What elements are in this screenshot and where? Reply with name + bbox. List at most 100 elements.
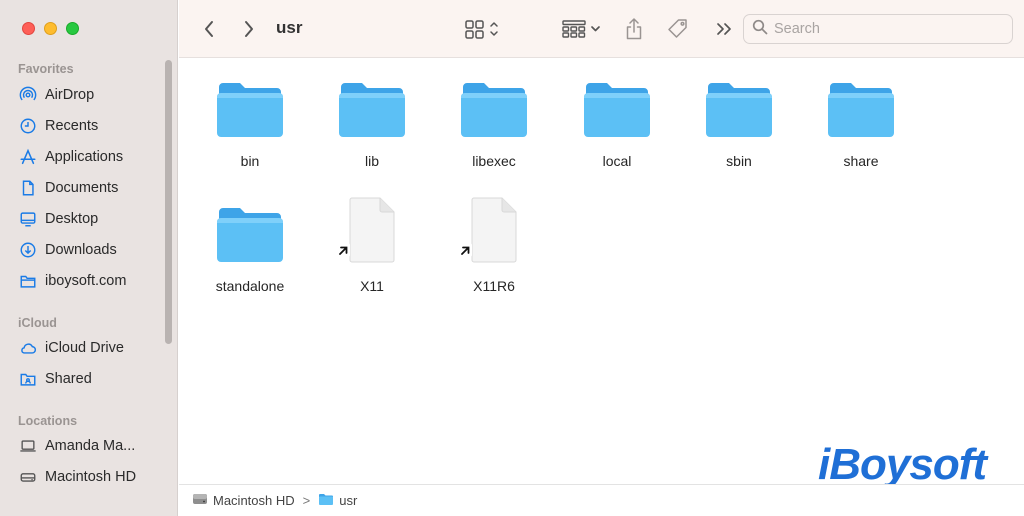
back-button[interactable]	[199, 17, 219, 41]
sidebar-item-recents[interactable]: Recents	[18, 113, 168, 139]
icon-grid-icon	[464, 18, 504, 40]
airdrop-icon	[18, 86, 37, 105]
search-icon	[752, 19, 768, 40]
path-crumb-usr[interactable]: usr	[318, 492, 357, 509]
path-crumb-label: Macintosh HD	[213, 493, 295, 508]
alias-item-x11r6[interactable]: X11R6	[439, 196, 549, 294]
file-browser-grid: bin lib libexec local sbin share standal…	[179, 59, 1024, 484]
folder-item-lib[interactable]: lib	[317, 71, 427, 169]
folder-icon	[318, 492, 334, 509]
alias-arrow-icon	[458, 243, 472, 262]
shared-folder-icon	[18, 370, 37, 389]
sidebar-item-label: Desktop	[45, 211, 99, 227]
sidebar-item-iboysoft[interactable]: iboysoft.com	[18, 268, 168, 294]
alias-file-icon	[336, 196, 408, 264]
path-crumb-label: usr	[339, 493, 358, 508]
desktop-icon	[18, 210, 37, 229]
disk-icon	[192, 492, 208, 509]
cloud-icon	[18, 339, 37, 358]
applications-icon	[18, 148, 37, 167]
sidebar-item-desktop[interactable]: Desktop	[18, 206, 168, 232]
close-window-button[interactable]	[22, 22, 35, 35]
toolbar: usr	[179, 0, 1024, 58]
item-label: lib	[364, 153, 379, 169]
item-label: X11	[360, 278, 384, 294]
sidebar-item-label: iCloud Drive	[45, 340, 124, 356]
sidebar-item-macintosh-hd[interactable]: Macintosh HD	[18, 464, 168, 490]
folder-item-standalone[interactable]: standalone	[195, 196, 305, 294]
sidebar-section-icloud: iCloud	[18, 316, 57, 330]
folder-icon	[336, 71, 408, 139]
sidebar-scrollbar[interactable]	[165, 60, 172, 344]
sidebar-item-label: Shared	[45, 371, 92, 387]
sidebar-section-locations: Locations	[18, 414, 78, 428]
clock-icon	[18, 117, 37, 136]
group-by-button[interactable]	[562, 17, 604, 41]
share-icon	[624, 17, 644, 41]
item-label: standalone	[215, 278, 285, 294]
item-label: sbin	[726, 153, 752, 169]
sidebar-item-label: Recents	[45, 118, 99, 134]
sidebar-section-favorites: Favorites	[18, 62, 74, 76]
item-label: bin	[240, 153, 260, 169]
sidebar: Favorites AirDrop Recents Applications D…	[0, 0, 178, 516]
window-title: usr	[276, 18, 303, 37]
search-input[interactable]	[774, 21, 994, 37]
minimize-window-button[interactable]	[44, 22, 57, 35]
folder-icon	[581, 71, 653, 139]
document-icon	[18, 179, 37, 198]
chevron-left-icon	[202, 19, 216, 39]
share-button[interactable]	[623, 17, 645, 41]
download-icon	[18, 241, 37, 260]
path-crumb-macintosh-hd[interactable]: Macintosh HD	[192, 492, 295, 509]
forward-button[interactable]	[239, 17, 259, 41]
sidebar-item-applications[interactable]: Applications	[18, 144, 168, 170]
path-separator: >	[302, 493, 311, 508]
item-label: libexec	[472, 153, 516, 169]
chevron-right-icon	[242, 19, 256, 39]
folder-icon	[214, 71, 286, 139]
folder-item-bin[interactable]: bin	[195, 71, 305, 169]
folder-item-local[interactable]: local	[562, 71, 672, 169]
laptop-icon	[18, 437, 37, 456]
sidebar-item-label: iboysoft.com	[45, 273, 127, 289]
sidebar-item-label: Applications	[45, 149, 124, 165]
path-bar: Macintosh HD > usr	[179, 484, 1024, 516]
tags-button[interactable]	[666, 17, 690, 41]
item-label: local	[602, 153, 632, 169]
sidebar-item-label: Downloads	[45, 242, 117, 258]
double-chevron-right-icon	[715, 19, 733, 39]
item-label: share	[843, 153, 879, 169]
disk-icon	[18, 468, 37, 487]
iboysoft-watermark: iBoysoft	[818, 440, 987, 489]
item-label: X11R6	[473, 278, 515, 294]
window-controls	[22, 22, 79, 35]
sidebar-item-label: Documents	[45, 180, 119, 196]
sidebar-item-documents[interactable]: Documents	[18, 175, 168, 201]
alias-arrow-icon	[336, 243, 350, 262]
sidebar-item-shared[interactable]: Shared	[18, 366, 168, 392]
folder-icon	[703, 71, 775, 139]
folder-item-sbin[interactable]: sbin	[684, 71, 794, 169]
folder-icon	[825, 71, 897, 139]
folder-icon	[214, 196, 286, 264]
search-field[interactable]	[743, 14, 1013, 44]
sidebar-item-amanda-mac[interactable]: Amanda Ma...	[18, 433, 168, 459]
group-grid-icon	[562, 18, 604, 40]
sidebar-item-icloud-drive[interactable]: iCloud Drive	[18, 335, 168, 361]
sidebar-item-airdrop[interactable]: AirDrop	[18, 82, 168, 108]
folder-item-share[interactable]: share	[806, 71, 916, 169]
folder-item-libexec[interactable]: libexec	[439, 71, 549, 169]
tag-icon	[666, 17, 690, 41]
sidebar-item-label: AirDrop	[45, 87, 95, 103]
view-mode-button[interactable]	[464, 17, 504, 41]
sidebar-item-label: Macintosh HD	[45, 469, 137, 485]
more-toolbar-button[interactable]	[714, 17, 734, 41]
alias-file-icon	[458, 196, 530, 264]
folder-icon	[458, 71, 530, 139]
alias-item-x11[interactable]: X11	[317, 196, 427, 294]
sidebar-item-downloads[interactable]: Downloads	[18, 237, 168, 263]
folder-icon	[18, 272, 37, 291]
sidebar-item-label: Amanda Ma...	[45, 438, 136, 454]
zoom-window-button[interactable]	[66, 22, 79, 35]
